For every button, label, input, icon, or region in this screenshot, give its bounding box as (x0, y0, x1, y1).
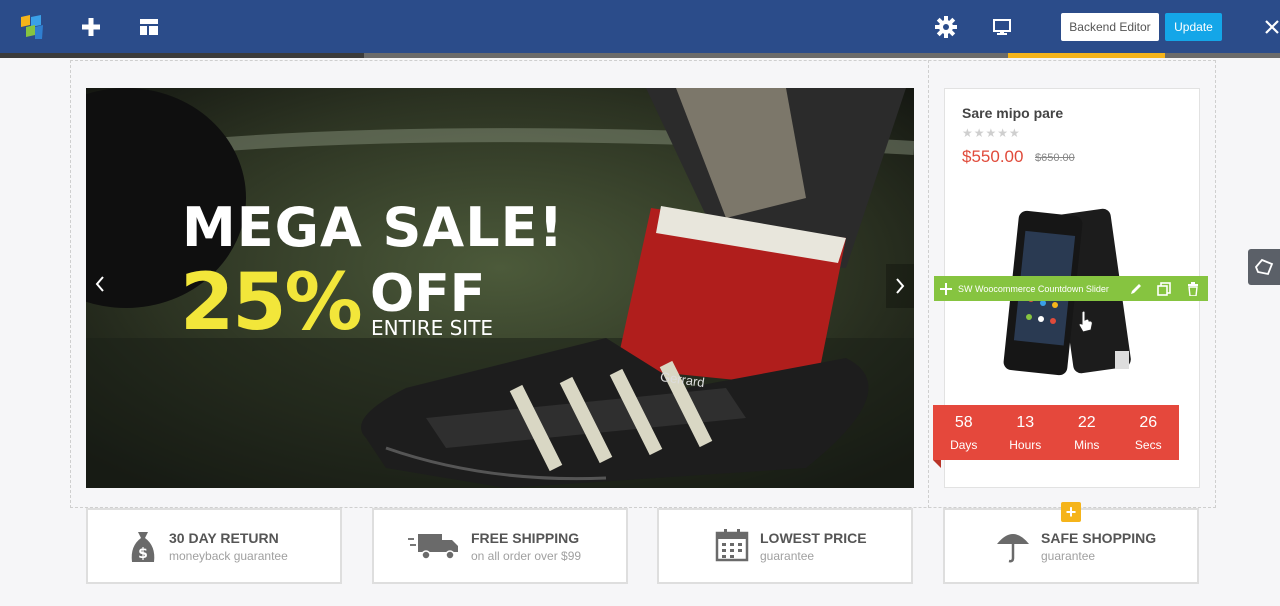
truck-icon (408, 534, 458, 560)
product-price: $550.00 (962, 147, 1024, 166)
add-element-icon[interactable] (72, 0, 110, 53)
countdown-days: 58 Days (950, 413, 978, 452)
countdown-hours: 13 Hours (1009, 413, 1042, 452)
svg-text:$: $ (138, 546, 148, 562)
navigator-icon (1254, 258, 1274, 276)
countdown-secs: 26 Secs (1134, 413, 1162, 452)
logo-icon[interactable] (12, 0, 52, 53)
feature-title: SAFE SHOPPING (1041, 530, 1157, 546)
feature-box-return[interactable]: $ 30 DAY RETURN moneyback guarantee (86, 508, 342, 584)
slide-discount-percent: 25% (180, 258, 363, 348)
feature-box-shipping[interactable]: FREE SHIPPING on all order over $99 (372, 508, 628, 584)
slider-next-arrow-icon[interactable] (886, 264, 914, 308)
element-controls-bar[interactable]: SW Woocommerce Countdown Slider (934, 276, 1208, 301)
hero-slider[interactable]: MEGA SALE! 25% OFF ENTIRE SITE Gerrard (86, 88, 914, 488)
column-divider (928, 60, 929, 508)
calendar-icon (715, 529, 749, 562)
feature-box-price[interactable]: LOWEST PRICE guarantee (657, 508, 913, 584)
templates-icon[interactable] (130, 0, 168, 53)
delete-trash-icon[interactable] (1178, 281, 1208, 296)
hand-cursor-icon (1078, 310, 1093, 333)
money-bag-icon: $ (131, 532, 155, 562)
feature-title: LOWEST PRICE (760, 530, 867, 546)
move-icon[interactable] (934, 282, 958, 295)
settings-gear-icon[interactable] (926, 0, 966, 53)
update-button[interactable]: Update (1165, 13, 1222, 41)
countdown-ribbon-tail (933, 460, 941, 468)
close-icon[interactable] (1258, 0, 1280, 53)
feature-subtitle: guarantee (1041, 549, 1096, 563)
edit-pencil-icon[interactable] (1122, 282, 1150, 296)
feature-subtitle: on all order over $99 (471, 549, 582, 563)
feature-title: FREE SHIPPING (471, 530, 580, 546)
umbrella-icon (997, 534, 1029, 563)
slider-prev-arrow-icon[interactable] (94, 274, 106, 294)
product-old-price: $650.00 (1035, 152, 1075, 164)
element-name-label[interactable]: SW Woocommerce Countdown Slider (958, 284, 1122, 294)
feature-subtitle: moneyback guarantee (169, 549, 288, 563)
backend-editor-button[interactable]: Backend Editor (1061, 13, 1159, 41)
clone-icon[interactable] (1150, 281, 1178, 296)
add-row-plus-icon[interactable]: + (1061, 502, 1081, 522)
slide-off-label: OFF (370, 264, 486, 324)
countdown-timer: 58 Days 13 Hours 22 Mins 26 Secs (933, 405, 1179, 460)
feature-title: 30 DAY RETURN (169, 530, 279, 546)
slide-title: MEGA SALE! (182, 196, 565, 259)
feature-subtitle: guarantee (760, 549, 815, 563)
countdown-mins: 22 Mins (1074, 413, 1100, 452)
product-name[interactable]: Sare mipo pare (962, 105, 1063, 121)
editor-toolbar: Backend Editor Update (0, 0, 1280, 53)
desktop-preview-icon[interactable] (982, 0, 1022, 53)
element-navigator-tab[interactable] (1248, 249, 1280, 285)
slide-subtitle: ENTIRE SITE (371, 316, 494, 340)
product-rating: ★★★★★ (962, 126, 1021, 140)
